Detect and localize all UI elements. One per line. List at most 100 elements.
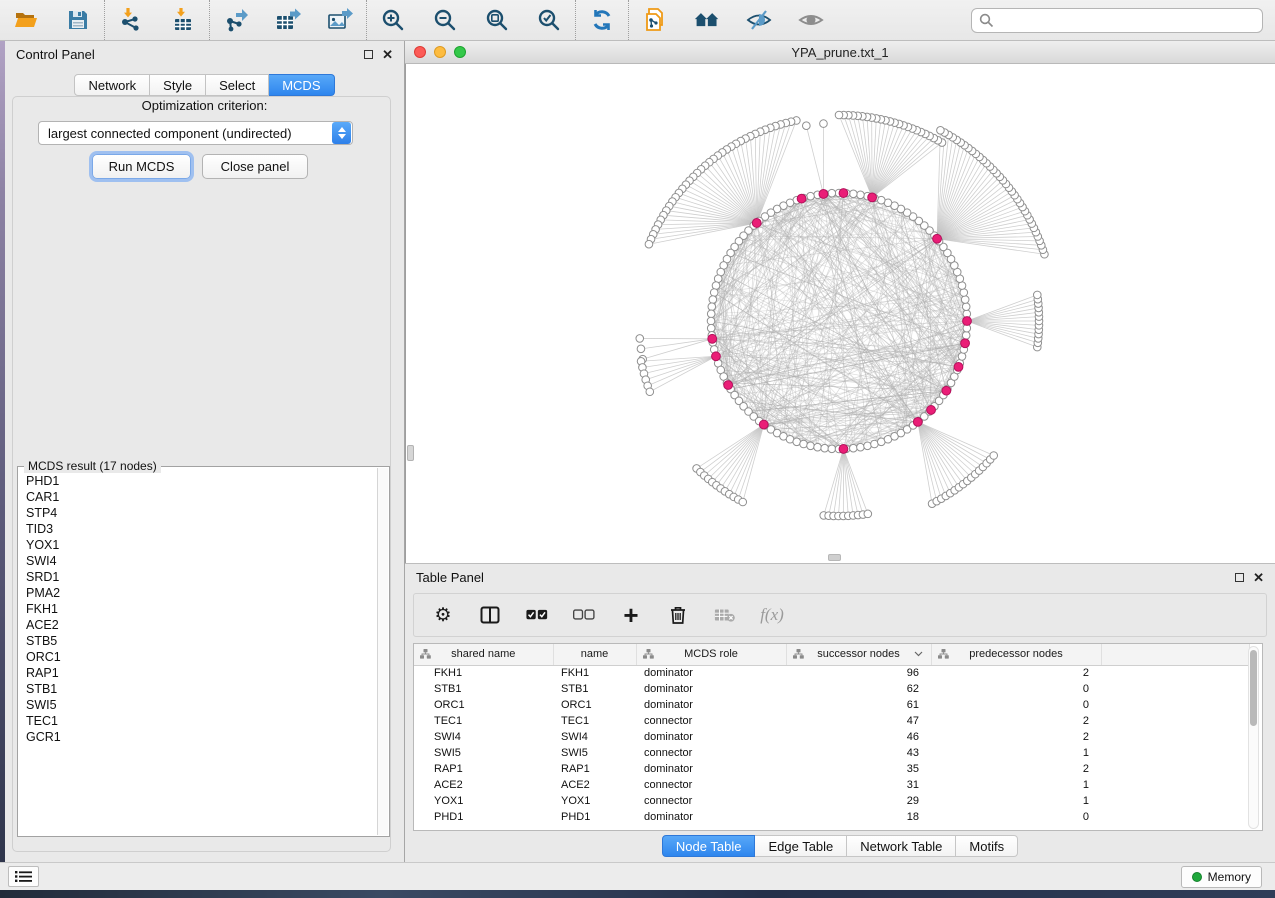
cell-shared-name[interactable]: SWI4 xyxy=(414,729,553,745)
mcds-result-item[interactable]: GCR1 xyxy=(20,729,376,745)
cell-predecessor-nodes[interactable]: 2 xyxy=(931,665,1101,681)
float-table-panel-icon[interactable] xyxy=(1235,573,1244,582)
cell-predecessor-nodes[interactable]: 1 xyxy=(931,793,1101,809)
home-views-icon[interactable] xyxy=(694,7,720,33)
table-options-gear-icon[interactable]: ⚙ xyxy=(432,604,454,626)
cell-shared-name[interactable]: TEC1 xyxy=(414,713,553,729)
column-header-MCDS-role[interactable]: MCDS role xyxy=(636,644,786,665)
cell-predecessor-nodes[interactable]: 2 xyxy=(931,761,1101,777)
mcds-result-item[interactable]: SRD1 xyxy=(20,569,376,585)
cell-shared-name[interactable]: STB1 xyxy=(414,681,553,697)
export-image-icon[interactable] xyxy=(327,7,353,33)
column-header-name[interactable]: name xyxy=(553,644,636,665)
tab-network[interactable]: Network xyxy=(74,74,150,96)
import-network-icon[interactable] xyxy=(118,7,144,33)
column-header-successor-nodes[interactable]: successor nodes xyxy=(786,644,931,665)
tab-motifs[interactable]: Motifs xyxy=(956,835,1018,857)
close-panel-icon[interactable]: ✕ xyxy=(382,48,393,61)
cell-MCDS-role[interactable]: dominator xyxy=(636,809,786,825)
mcds-result-item[interactable]: STB5 xyxy=(20,633,376,649)
show-eye-icon[interactable] xyxy=(798,7,824,33)
cell-successor-nodes[interactable]: 61 xyxy=(786,697,931,713)
cell-MCDS-role[interactable]: connector xyxy=(636,793,786,809)
cell-MCDS-role[interactable]: connector xyxy=(636,745,786,761)
cell-predecessor-nodes[interactable]: 1 xyxy=(931,745,1101,761)
search-input[interactable] xyxy=(998,10,1262,30)
cell-predecessor-nodes[interactable]: 0 xyxy=(931,681,1101,697)
mcds-result-item[interactable]: STB1 xyxy=(20,681,376,697)
mcds-result-item[interactable]: PHD1 xyxy=(20,473,376,489)
cell-MCDS-role[interactable]: dominator xyxy=(636,681,786,697)
cell-successor-nodes[interactable]: 47 xyxy=(786,713,931,729)
tab-mcds[interactable]: MCDS xyxy=(269,74,334,96)
node-table-grid[interactable]: shared namenameMCDS rolesuccessor nodesp… xyxy=(414,644,1250,825)
mcds-result-item[interactable]: RAP1 xyxy=(20,665,376,681)
cell-successor-nodes[interactable]: 96 xyxy=(786,665,931,681)
table-row[interactable]: FKH1FKH1dominator962 xyxy=(414,665,1250,681)
table-row[interactable]: PHD1PHD1dominator180 xyxy=(414,809,1250,825)
delete-row-trash-icon[interactable] xyxy=(667,604,689,626)
cell-shared-name[interactable]: ACE2 xyxy=(414,777,553,793)
column-header-predecessor-nodes[interactable]: predecessor nodes xyxy=(931,644,1101,665)
cell-name[interactable]: YOX1 xyxy=(553,793,636,809)
mcds-result-item[interactable]: SWI4 xyxy=(20,553,376,569)
optimization-criterion-dropdown[interactable]: largest connected component (undirected) xyxy=(38,121,353,145)
deselect-all-checkboxes-icon[interactable] xyxy=(573,604,595,626)
table-scrollbar[interactable] xyxy=(1248,646,1259,829)
network-window-titlebar[interactable]: YPA_prune.txt_1 xyxy=(405,41,1275,64)
mcds-result-item[interactable]: PMA2 xyxy=(20,585,376,601)
cell-shared-name[interactable]: FKH1 xyxy=(414,665,553,681)
table-row[interactable]: YOX1YOX1connector291 xyxy=(414,793,1250,809)
cell-successor-nodes[interactable]: 18 xyxy=(786,809,931,825)
tab-select[interactable]: Select xyxy=(206,74,269,96)
cell-name[interactable]: SWI4 xyxy=(553,729,636,745)
cell-name[interactable]: RAP1 xyxy=(553,761,636,777)
canvas-split-handle[interactable] xyxy=(828,554,841,561)
close-panel-button[interactable]: Close panel xyxy=(202,154,308,179)
cell-MCDS-role[interactable]: connector xyxy=(636,713,786,729)
cell-predecessor-nodes[interactable]: 2 xyxy=(931,713,1101,729)
cell-predecessor-nodes[interactable]: 0 xyxy=(931,697,1101,713)
table-row[interactable]: STB1STB1dominator620 xyxy=(414,681,1250,697)
show-columns-icon[interactable] xyxy=(479,604,501,626)
cell-name[interactable]: STB1 xyxy=(553,681,636,697)
zoom-fit-icon[interactable] xyxy=(484,7,510,33)
zoom-out-icon[interactable] xyxy=(432,7,458,33)
zoom-selected-icon[interactable] xyxy=(536,7,562,33)
network-graph[interactable] xyxy=(405,64,1275,563)
mcds-result-item[interactable]: SWI5 xyxy=(20,697,376,713)
cell-name[interactable]: FKH1 xyxy=(553,665,636,681)
tab-network-table[interactable]: Network Table xyxy=(847,835,956,857)
table-scrollbar-thumb[interactable] xyxy=(1250,650,1257,726)
mcds-result-item[interactable]: FKH1 xyxy=(20,601,376,617)
clone-network-icon[interactable] xyxy=(642,7,668,33)
mcds-result-list[interactable]: PHD1CAR1STP4TID3YOX1SWI4SRD1PMA2FKH1ACE2… xyxy=(20,473,376,834)
mcds-result-item[interactable]: TEC1 xyxy=(20,713,376,729)
cell-MCDS-role[interactable]: dominator xyxy=(636,697,786,713)
mcds-result-item[interactable]: CAR1 xyxy=(20,489,376,505)
cell-predecessor-nodes[interactable]: 2 xyxy=(931,729,1101,745)
mcds-result-item[interactable]: STP4 xyxy=(20,505,376,521)
cell-predecessor-nodes[interactable]: 1 xyxy=(931,777,1101,793)
tab-node-table[interactable]: Node Table xyxy=(662,835,756,857)
table-row[interactable]: RAP1RAP1dominator352 xyxy=(414,761,1250,777)
export-network-icon[interactable] xyxy=(223,7,249,33)
cell-successor-nodes[interactable]: 46 xyxy=(786,729,931,745)
mcds-result-item[interactable]: YOX1 xyxy=(20,537,376,553)
table-row[interactable]: ACE2ACE2connector311 xyxy=(414,777,1250,793)
select-all-checkboxes-icon[interactable] xyxy=(526,604,548,626)
tab-edge-table[interactable]: Edge Table xyxy=(755,835,847,857)
canvas-vertical-scroll-handle[interactable] xyxy=(407,445,414,461)
hide-eye-icon[interactable] xyxy=(746,7,772,33)
cell-name[interactable]: TEC1 xyxy=(553,713,636,729)
table-row[interactable]: TEC1TEC1connector472 xyxy=(414,713,1250,729)
run-mcds-button[interactable]: Run MCDS xyxy=(92,154,191,179)
function-builder-icon[interactable]: f(x) xyxy=(761,604,783,626)
cell-shared-name[interactable]: RAP1 xyxy=(414,761,553,777)
cell-name[interactable]: ACE2 xyxy=(553,777,636,793)
cell-successor-nodes[interactable]: 35 xyxy=(786,761,931,777)
cell-MCDS-role[interactable]: dominator xyxy=(636,729,786,745)
cell-shared-name[interactable]: ORC1 xyxy=(414,697,553,713)
mcds-list-scrollbar[interactable] xyxy=(377,468,388,835)
mcds-result-item[interactable]: ACE2 xyxy=(20,617,376,633)
